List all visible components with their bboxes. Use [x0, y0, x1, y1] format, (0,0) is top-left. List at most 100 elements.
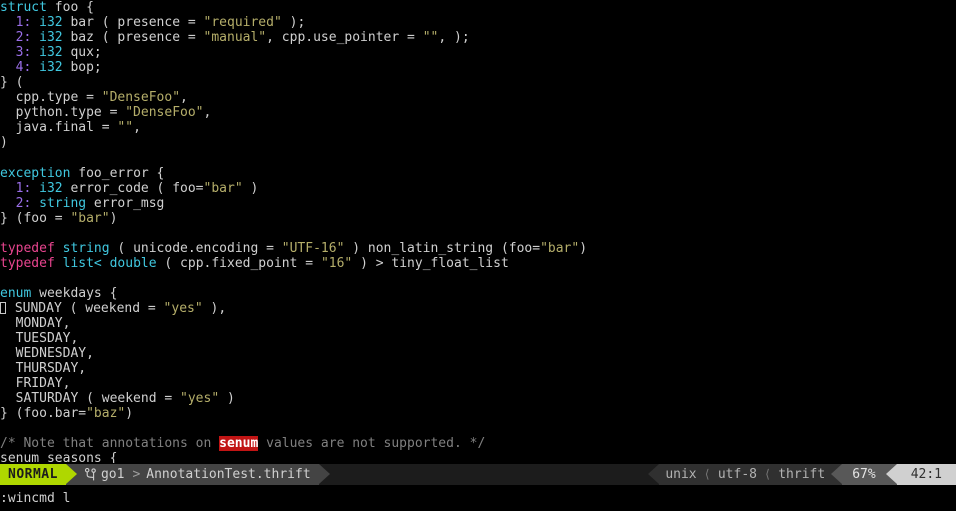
mode-separator-arrow-icon — [65, 464, 77, 485]
code-token: weekdays { — [31, 285, 118, 301]
code-token: ( unicode.encoding = — [109, 240, 282, 256]
code-token: 2: — [15, 30, 32, 46]
code-token: "baz" — [86, 406, 126, 422]
code-line: typedef string ( unicode.encoding = "UTF… — [0, 241, 956, 256]
code-token: ), — [202, 300, 227, 316]
code-token: } (foo = — [0, 210, 71, 226]
code-line: 2: string error_msg — [0, 196, 956, 211]
code-line: } ( — [0, 75, 956, 90]
code-line: FRIDAY, — [0, 376, 956, 391]
code-token: ) — [219, 391, 235, 407]
chevron-left-icon-1: ⟨ — [702, 464, 712, 485]
code-token: "" — [117, 120, 134, 136]
code-token: cpp.type = — [0, 90, 102, 106]
code-token: string — [62, 240, 110, 256]
mode-indicator: NORMAL — [0, 464, 66, 485]
code-token: , — [133, 120, 141, 136]
code-token: /* Note that annotations on — [0, 436, 220, 452]
code-line: 1: i32 bar ( presence = "required" ); — [0, 15, 956, 30]
code-token: "" — [422, 30, 439, 46]
code-line: THURSDAY, — [0, 361, 956, 376]
code-token: "yes" — [180, 391, 220, 407]
position-separator-arrow-icon — [885, 464, 897, 485]
code-token: values are not supported. */ — [258, 436, 486, 452]
text-cursor — [0, 301, 6, 314]
code-token: foo_error { — [70, 165, 165, 181]
code-token: "bar" — [70, 210, 110, 226]
code-token: WEDNESDAY, — [0, 346, 94, 362]
code-line: senum seasons { — [0, 451, 956, 463]
cursor-position-label: 42:1 — [896, 464, 956, 485]
code-token: SUNDAY ( weekend = — [7, 300, 164, 316]
code-token: THURSDAY, — [0, 361, 87, 377]
code-token: java.final = — [0, 120, 118, 136]
statusline-left: NORMAL go1 > AnnotationTest.thrift — [0, 464, 330, 485]
code-line: 1: i32 error_code ( foo="bar" ) — [0, 181, 956, 196]
code-line: cpp.type = "DenseFoo", — [0, 90, 956, 105]
path-separator: > — [128, 464, 145, 485]
code-token: SATURDAY ( weekend = — [0, 391, 181, 407]
code-token: 1: — [15, 180, 32, 196]
code-line: SUNDAY ( weekend = "yes" ), — [0, 301, 956, 316]
code-line: } (foo.bar="baz") — [0, 406, 956, 421]
code-token: struct — [0, 0, 47, 15]
code-token: ) non_latin_string (foo= — [344, 240, 541, 256]
code-line: java.final = "", — [0, 120, 956, 135]
code-token: typedef — [0, 255, 55, 271]
statusline-right: unix ⟨ utf-8 ⟨ thrift 67% 42:1 — [648, 464, 956, 485]
code-token: double — [109, 255, 157, 271]
code-line: typedef list< double ( cpp.fixed_point =… — [0, 256, 956, 271]
command-line[interactable]: :wincmd l — [0, 486, 956, 511]
code-token: 1: — [15, 15, 32, 31]
code-token: "required" — [203, 15, 282, 31]
code-token: ) — [0, 135, 8, 151]
code-line: /* Note that annotations on senum values… — [0, 436, 956, 452]
code-token: } (foo.bar= — [0, 406, 87, 422]
code-line: TUESDAY, — [0, 331, 956, 346]
code-token: "DenseFoo" — [101, 90, 181, 106]
code-line: enum weekdays { — [0, 286, 956, 301]
encoding-label: utf-8 — [711, 464, 763, 485]
code-line: WEDNESDAY, — [0, 346, 956, 361]
code-token: bop; — [62, 60, 102, 76]
code-token: list< — [62, 255, 102, 271]
code-token: i32 — [39, 30, 63, 46]
code-token: i32 — [39, 180, 63, 196]
code-token: TUESDAY, — [0, 331, 79, 347]
code-token: "bar" — [203, 180, 243, 196]
code-token: senum seasons { — [0, 451, 118, 463]
chevron-left-icon-2: ⟨ — [763, 464, 773, 485]
filename-label: AnnotationTest.thrift — [144, 464, 319, 485]
code-token: ); — [281, 15, 306, 31]
code-token: bar ( presence = — [62, 15, 204, 31]
code-line: } (foo = "bar") — [0, 211, 956, 226]
code-token: string — [39, 195, 87, 211]
code-token: , cpp.use_pointer = — [266, 30, 423, 46]
code-line: SATURDAY ( weekend = "yes" ) — [0, 391, 956, 406]
code-line: 2: i32 baz ( presence = "manual", cpp.us… — [0, 30, 956, 45]
code-buffer[interactable]: struct foo { 1: i32 bar ( presence = "re… — [0, 0, 956, 463]
code-token: ) — [242, 180, 259, 196]
code-line: struct foo { — [0, 0, 956, 15]
meta-separator-arrow-icon — [648, 464, 660, 485]
percent-separator-arrow-icon — [831, 464, 843, 485]
code-token: typedef — [0, 240, 55, 256]
code-token: exception — [0, 165, 71, 181]
code-token: ) — [125, 406, 134, 422]
code-token: "yes" — [163, 300, 203, 316]
code-token: , ); — [438, 30, 470, 46]
code-token: , — [180, 90, 188, 106]
code-token: } ( — [0, 75, 24, 91]
code-line: MONDAY, — [0, 316, 956, 331]
code-token: 4: — [15, 60, 32, 76]
